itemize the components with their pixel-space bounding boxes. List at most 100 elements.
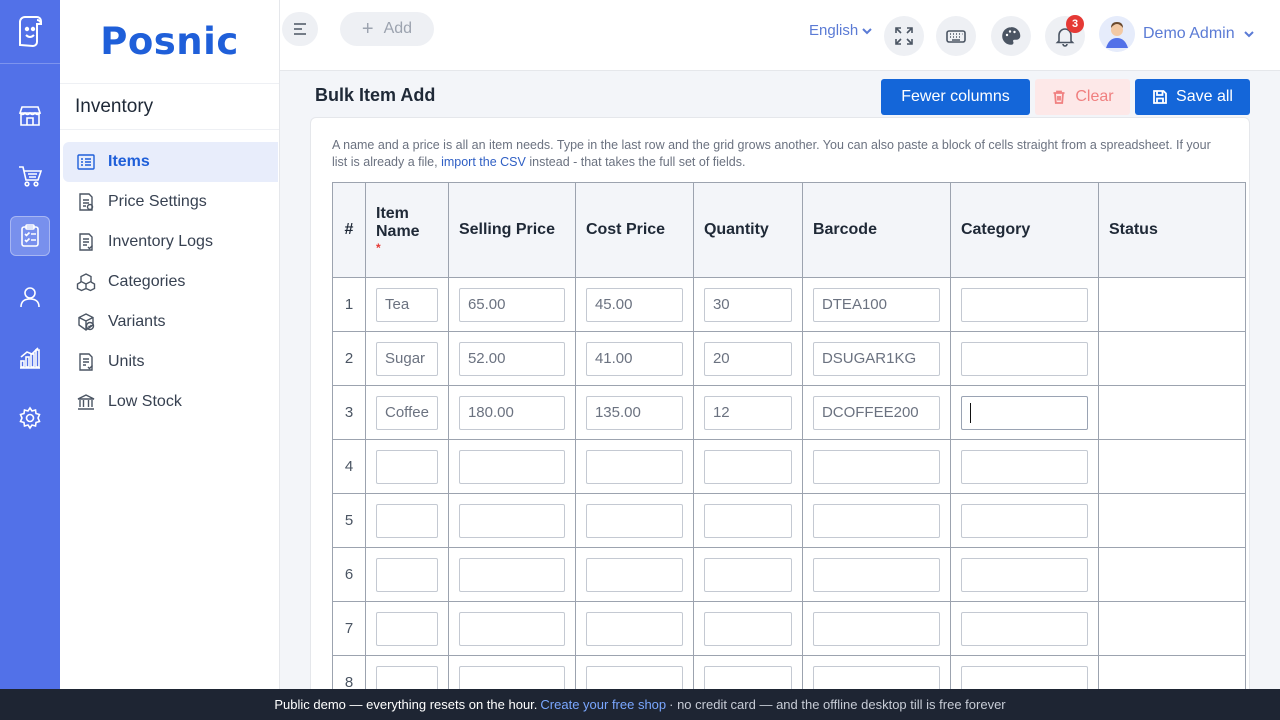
app-logo-icon[interactable]	[0, 0, 60, 64]
cost-price-input[interactable]: 135.00	[585, 395, 683, 430]
table-row: 4	[332, 439, 1246, 494]
topbar: + Add English 3 Demo Admin	[280, 0, 1280, 71]
sidebar-item-units[interactable]: Units	[63, 342, 278, 382]
sidebar-item-inventory-logs[interactable]: Inventory Logs	[63, 222, 278, 262]
user-icon[interactable]	[10, 277, 50, 317]
table-row: 6	[332, 547, 1246, 602]
barcode-input[interactable]: DCOFFEE200	[812, 395, 940, 430]
selling-price-input[interactable]	[458, 449, 565, 484]
user-name: Demo Admin	[1143, 25, 1235, 42]
cost-price-input[interactable]	[585, 449, 683, 484]
category-input[interactable]	[960, 611, 1088, 646]
cell-barcode	[801, 547, 951, 602]
save-all-button[interactable]: Save all	[1135, 79, 1250, 115]
barcode-input[interactable]	[812, 611, 940, 646]
quantity-input[interactable]	[703, 665, 792, 690]
demo-banner-subtext: · no credit card — and the offline deskt…	[669, 697, 1006, 712]
category-input[interactable]	[960, 503, 1088, 538]
clear-button[interactable]: Clear	[1035, 79, 1130, 115]
cost-price-input[interactable]	[585, 665, 683, 690]
category-input[interactable]	[960, 665, 1088, 690]
cost-price-input[interactable]: 41.00	[585, 341, 683, 376]
sidebar-item-categories[interactable]: Categories	[63, 262, 278, 302]
cell-item-name: Sugar	[365, 331, 449, 386]
quantity-input[interactable]: 12	[703, 395, 792, 430]
item-name-input[interactable]: Coffee	[376, 395, 438, 430]
selling-price-input[interactable]: 52.00	[458, 341, 565, 376]
settings-gear-icon[interactable]	[10, 398, 50, 438]
cell-status	[1097, 277, 1246, 332]
keyboard-icon[interactable]	[936, 16, 976, 56]
selling-price-input[interactable]: 65.00	[458, 287, 565, 322]
sidebar-item-variants[interactable]: Variants	[63, 302, 278, 342]
import-csv-link[interactable]: import the CSV	[441, 155, 526, 169]
selling-price-input[interactable]: 180.00	[458, 395, 565, 430]
cell-value: 65.00	[467, 296, 506, 313]
store-icon[interactable]	[10, 96, 50, 136]
column-header-barcode: Barcode	[801, 182, 951, 278]
barcode-input[interactable]	[812, 557, 940, 592]
fewer-columns-button[interactable]: Fewer columns	[881, 79, 1030, 115]
cost-price-input[interactable]	[585, 503, 683, 538]
category-input[interactable]	[960, 557, 1088, 592]
cell-value: Tea	[385, 296, 410, 313]
barcode-input[interactable]	[812, 449, 940, 484]
quantity-input[interactable]	[703, 449, 792, 484]
selling-price-input[interactable]	[458, 665, 565, 690]
inventory-sidebar: Posnic Inventory Items Price Settings In…	[60, 0, 280, 690]
category-input[interactable]	[960, 341, 1088, 376]
cost-price-input[interactable]: 45.00	[585, 287, 683, 322]
brand-logo[interactable]: Posnic	[60, 0, 279, 84]
item-name-input[interactable]	[376, 503, 438, 538]
user-menu[interactable]: Demo Admin	[1099, 16, 1255, 52]
fullscreen-icon[interactable]	[884, 16, 924, 56]
category-input[interactable]	[960, 395, 1088, 430]
logs-doc-icon	[75, 231, 97, 253]
quantity-input[interactable]	[703, 503, 792, 538]
reports-chart-icon[interactable]	[10, 338, 50, 378]
item-name-input[interactable]: Sugar	[376, 341, 438, 376]
cell-cost-price	[574, 601, 694, 656]
item-name-input[interactable]	[376, 449, 438, 484]
selling-price-input[interactable]	[458, 503, 565, 538]
quantity-input[interactable]: 20	[703, 341, 792, 376]
cell-status	[1097, 493, 1246, 548]
barcode-input[interactable]: DSUGAR1KG	[812, 341, 940, 376]
sidebar-item-price-settings[interactable]: Price Settings	[63, 182, 278, 222]
category-input[interactable]	[960, 287, 1088, 322]
selling-price-input[interactable]	[458, 611, 565, 646]
save-all-label: Save all	[1176, 88, 1233, 105]
notifications-bell-icon[interactable]: 3	[1045, 15, 1085, 56]
icon-rail	[0, 0, 60, 690]
sidebar-item-low-stock[interactable]: Low Stock	[63, 382, 278, 422]
cell-selling-price	[447, 601, 576, 656]
barcode-input[interactable]: DTEA100	[812, 287, 940, 322]
cost-price-input[interactable]	[585, 557, 683, 592]
sidebar-item-items[interactable]: Items	[63, 142, 278, 182]
cell-category	[949, 655, 1099, 690]
cost-price-input[interactable]	[585, 611, 683, 646]
cell-status	[1097, 655, 1246, 690]
category-input[interactable]	[960, 449, 1088, 484]
cart-icon[interactable]	[10, 156, 50, 196]
cell-item-name	[365, 439, 449, 494]
item-name-input[interactable]	[376, 611, 438, 646]
add-button[interactable]: + Add	[340, 12, 434, 46]
cell-quantity	[692, 601, 803, 656]
quantity-input[interactable]	[703, 557, 792, 592]
quantity-input[interactable]: 30	[703, 287, 792, 322]
barcode-input[interactable]	[812, 665, 940, 690]
theme-palette-icon[interactable]	[991, 16, 1031, 56]
create-shop-link[interactable]: Create your free shop	[540, 697, 666, 712]
item-name-input[interactable]	[376, 557, 438, 592]
language-selector[interactable]: English	[809, 22, 873, 39]
selling-price-input[interactable]	[458, 557, 565, 592]
barcode-input[interactable]	[812, 503, 940, 538]
table-row: 2 Sugar 52.00 41.00 20 DSUGAR1KG	[332, 331, 1246, 386]
item-name-input[interactable]	[376, 665, 438, 690]
inventory-clipboard-icon[interactable]	[10, 216, 50, 256]
item-name-input[interactable]: Tea	[376, 287, 438, 322]
table-row: 7	[332, 601, 1246, 656]
quantity-input[interactable]	[703, 611, 792, 646]
menu-toggle-icon[interactable]	[282, 12, 318, 46]
